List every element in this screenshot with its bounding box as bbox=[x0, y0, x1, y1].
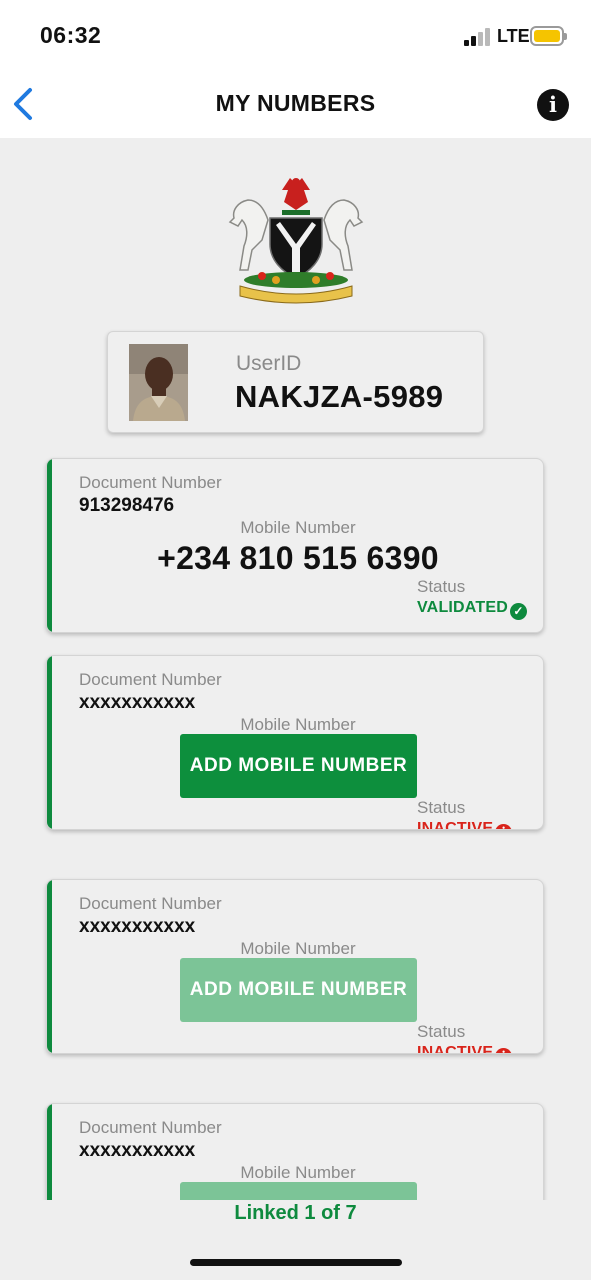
document-number-label: Document Number bbox=[79, 670, 222, 689]
home-indicator[interactable] bbox=[190, 1259, 402, 1266]
document-number-label: Document Number bbox=[79, 1118, 222, 1137]
info-circle-icon[interactable]: i bbox=[495, 824, 513, 829]
status-label: Status bbox=[417, 577, 466, 596]
document-number-label: Document Number bbox=[79, 894, 222, 913]
userid-value: NAKJZA-5989 bbox=[235, 379, 444, 414]
check-circle-icon: ✓ bbox=[509, 603, 527, 620]
add-mobile-number-button[interactable]: ADD MOBILE NUMBER bbox=[180, 958, 417, 1022]
number-card: Document Number xxxxxxxxxxx Mobile Numbe… bbox=[46, 655, 544, 830]
add-mobile-number-button[interactable]: ADD MOBILE NUMBER bbox=[180, 734, 417, 798]
user-card: UserID NAKJZA-5989 bbox=[107, 331, 484, 433]
coat-of-arms-logo bbox=[228, 178, 364, 304]
status-badge: VALIDATED ✓ bbox=[417, 599, 527, 620]
status-text: VALIDATED bbox=[417, 599, 508, 616]
number-card: Document Number xxxxxxxxxxx Mobile Numbe… bbox=[46, 879, 544, 1054]
info-icon: i bbox=[549, 92, 557, 117]
number-card: Document Number xxxxxxxxxxx Mobile Numbe… bbox=[46, 1103, 544, 1200]
status-bar: 06:32 LTE bbox=[0, 0, 591, 70]
info-circle-icon[interactable]: i bbox=[495, 1048, 513, 1053]
status-badge: INACTIVEi bbox=[417, 1044, 513, 1054]
document-number-label: Document Number bbox=[79, 473, 222, 492]
mobile-number-label: Mobile Number bbox=[240, 1163, 356, 1182]
numbers-list-scroll[interactable]: UserID NAKJZA-5989 Document Number 91329… bbox=[0, 138, 591, 1200]
cellular-signal-icon bbox=[464, 28, 492, 46]
document-number-value: xxxxxxxxxxx bbox=[79, 692, 196, 713]
card-accent-bar bbox=[47, 1104, 52, 1200]
document-number-value: xxxxxxxxxxx bbox=[79, 1140, 196, 1161]
userid-label: UserID bbox=[236, 352, 302, 375]
card-accent-bar bbox=[47, 656, 52, 829]
nav-bar: MY NUMBERS i bbox=[0, 70, 591, 138]
number-card: Document Number 913298476 Mobile Number … bbox=[46, 458, 544, 633]
document-number-value: 913298476 bbox=[79, 495, 175, 516]
mobile-number-label: Mobile Number bbox=[240, 939, 356, 958]
status-label: Status bbox=[417, 798, 466, 817]
info-button[interactable]: i bbox=[537, 89, 569, 121]
linked-count: Linked 1 of 7 bbox=[234, 1202, 357, 1224]
status-label: Status bbox=[417, 1022, 466, 1041]
status-text: INACTIVE bbox=[417, 820, 494, 830]
user-photo bbox=[129, 344, 188, 421]
network-type: LTE bbox=[497, 26, 530, 46]
mobile-number-value: +234 810 515 6390 bbox=[157, 540, 439, 576]
user-avatar bbox=[129, 344, 188, 421]
document-number-value: xxxxxxxxxxx bbox=[79, 916, 196, 937]
mobile-number-label: Mobile Number bbox=[240, 715, 356, 734]
card-accent-bar bbox=[47, 880, 52, 1053]
status-text: INACTIVE bbox=[417, 1044, 494, 1054]
add-mobile-number-button[interactable] bbox=[180, 1182, 417, 1200]
status-badge: INACTIVEi bbox=[417, 820, 513, 830]
status-time: 06:32 bbox=[40, 22, 102, 48]
page-title: MY NUMBERS bbox=[215, 90, 376, 116]
battery-icon bbox=[530, 26, 567, 46]
mobile-number-label: Mobile Number bbox=[240, 518, 356, 537]
